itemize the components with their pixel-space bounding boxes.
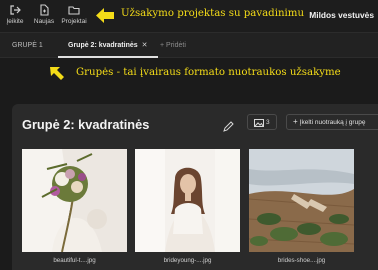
group-title: Grupė 2: kvadratinės: [22, 117, 150, 132]
photo-filename-2: brideyoung-....jpg: [163, 257, 212, 264]
projects-button[interactable]: Projektai: [59, 4, 89, 25]
photo-count: 3: [266, 118, 270, 126]
photo-count-badge: 3: [247, 114, 277, 130]
photo-thumbnail-1[interactable]: [22, 149, 127, 252]
photo-thumbnail-2[interactable]: [135, 149, 240, 252]
sign-in-icon: [0, 4, 30, 17]
groups-callout: Grupės - tai įvairaus formato nuotraukos…: [76, 67, 341, 78]
arrow-icon: [48, 65, 66, 86]
photo-thumbnail-3[interactable]: [249, 149, 354, 252]
image-icon: [254, 119, 264, 127]
projects-label: Projektai: [61, 18, 87, 25]
plus-icon: +: [293, 117, 298, 126]
new-project-label: Naujas: [33, 18, 55, 25]
new-project-button[interactable]: Naujas: [29, 4, 59, 25]
photo-filename-3: brides-shoe....jpg: [277, 257, 326, 264]
close-icon[interactable]: ✕: [142, 42, 148, 49]
tab-group-2[interactable]: Grupė 2: kvadratinės ✕: [58, 33, 158, 58]
sign-in-button[interactable]: Įeikite: [0, 4, 30, 25]
tab-group-2-label: Grupė 2: kvadratinės: [68, 42, 138, 49]
tab-group-1[interactable]: GRUPĖ 1: [12, 33, 43, 58]
arrow-left-icon: [95, 7, 115, 29]
project-name: Mildos vestuvės: [309, 10, 374, 20]
top-toolbar: Įeikite Naujas Projektai Užsakymo projek…: [0, 0, 378, 32]
folder-icon: [59, 4, 89, 17]
add-group-button[interactable]: + Pridėti: [160, 33, 186, 58]
upload-photo-button[interactable]: + Įkelti nuotrauką į grupę: [286, 114, 378, 130]
photo-filename-1: beautiful-t....jpg: [53, 257, 96, 264]
group-tabs: GRUPĖ 1 Grupė 2: kvadratinės ✕ + Pridėti: [0, 32, 378, 58]
new-project-icon: [29, 4, 59, 17]
pencil-icon[interactable]: [223, 119, 234, 137]
sign-in-label: Įeikite: [6, 18, 24, 25]
project-callout: Užsakymo projektas su pavadinimu: [121, 8, 305, 19]
upload-label: Įkelti nuotrauką į grupę: [299, 119, 366, 126]
